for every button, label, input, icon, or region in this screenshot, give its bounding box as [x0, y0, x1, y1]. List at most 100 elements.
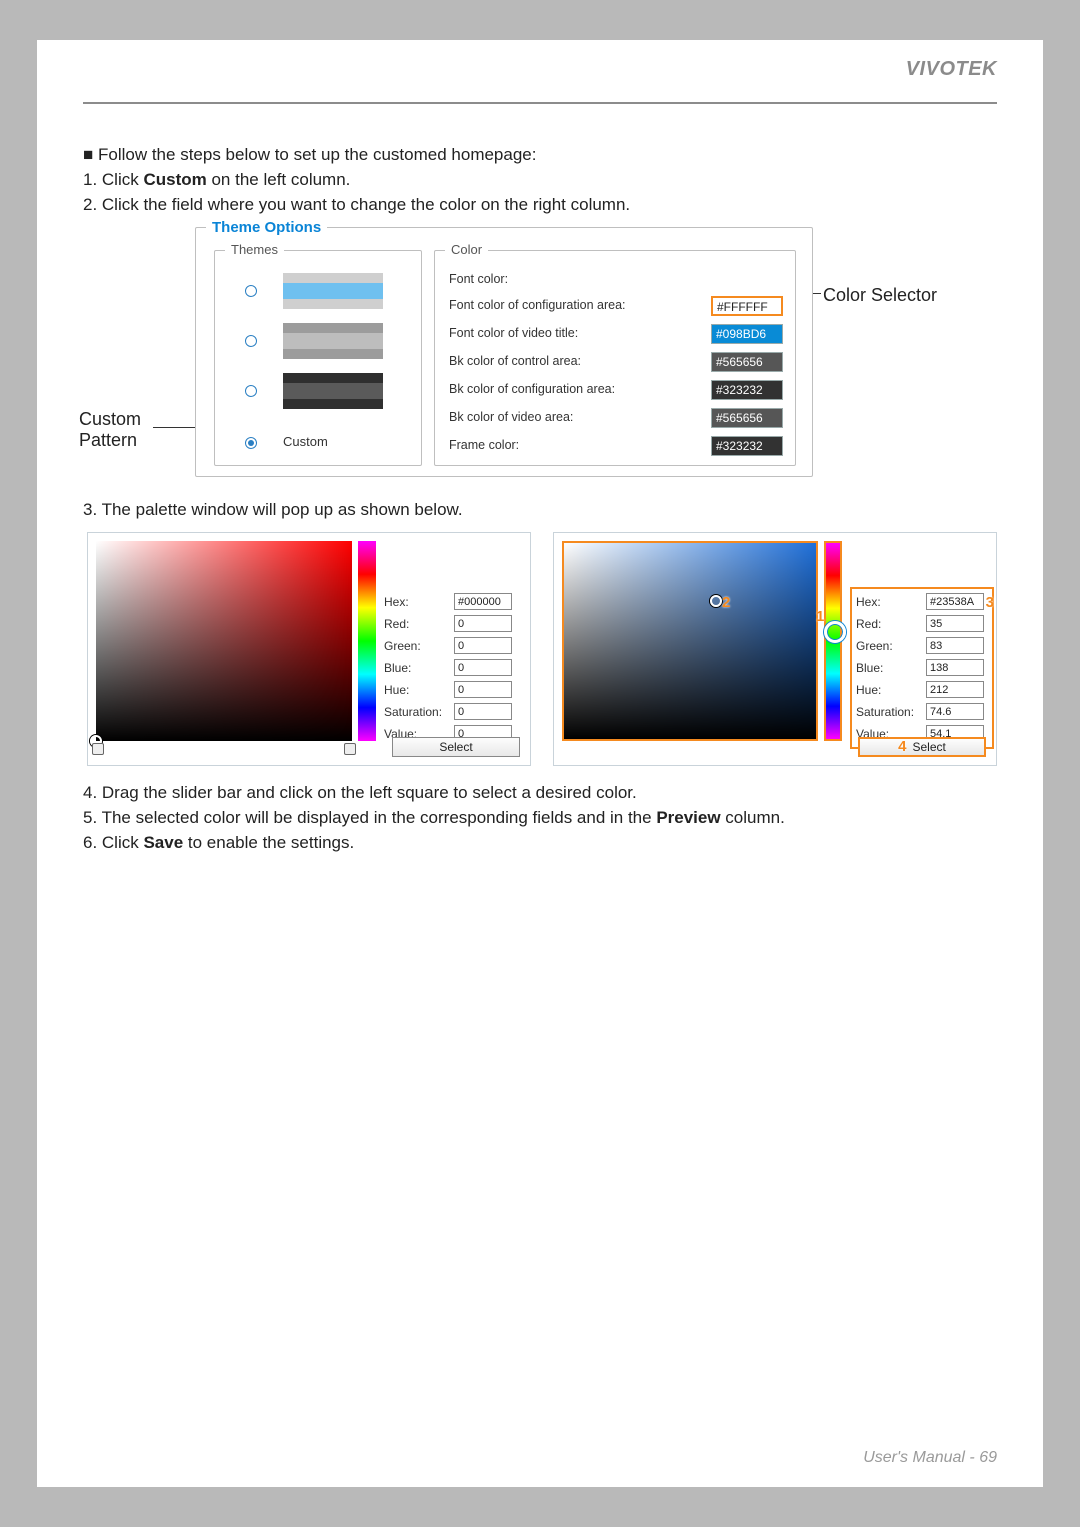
palette-field-row: Hue:	[384, 679, 528, 701]
s6-post: to enable the settings.	[183, 833, 354, 852]
hue-bar-1[interactable]	[358, 541, 376, 741]
palette-field-input-blue[interactable]	[454, 659, 512, 676]
theme-option-3[interactable]	[235, 369, 405, 415]
palette-field-row: Green:	[384, 635, 528, 657]
palette-field-row: Saturation:	[384, 701, 528, 723]
color-value-input[interactable]: #323232	[711, 436, 783, 456]
select-button-2[interactable]: 4 Select	[858, 737, 986, 757]
theme-thumb-1	[283, 273, 383, 309]
color-row-2: Font color of video title:#098BD6	[449, 321, 783, 347]
theme-option-custom[interactable]: Custom	[235, 421, 405, 467]
palette-field-input-red[interactable]	[454, 615, 512, 632]
palette-field-input-hex[interactable]	[454, 593, 512, 610]
color-row-6: Frame color:#323232	[449, 433, 783, 459]
sv-black-overlay	[564, 543, 816, 739]
callout-custom-pattern: Custom Pattern	[79, 409, 179, 452]
theme-option-1[interactable]	[235, 269, 405, 315]
content-area: ■ Follow the steps below to set up the c…	[83, 104, 997, 855]
theme-custom-label: Custom	[283, 433, 328, 451]
step-6: 6. Click Save to enable the settings.	[83, 832, 997, 855]
callout-custom-pattern-text: Custom Pattern	[79, 409, 141, 451]
color-row-4: Bk color of configuration area:#323232	[449, 377, 783, 403]
palette-field-input-hex[interactable]	[926, 593, 984, 610]
color-row-label: Font color:	[449, 271, 783, 288]
palette-field-row: Green:	[856, 635, 988, 657]
palette-field-input-green[interactable]	[926, 637, 984, 654]
color-row-label: Bk color of control area:	[449, 353, 711, 370]
step-1: 1. Click Custom on the left column.	[83, 169, 997, 192]
palette-box-2: 2 1 Hex:Red:Green:Blue:Hue:Saturation:Va…	[553, 532, 997, 766]
radio-icon[interactable]	[245, 385, 257, 397]
hue-cursor-2[interactable]	[824, 621, 846, 643]
slider-track-1[interactable]	[96, 747, 352, 753]
color-value-input[interactable]: #098BD6	[711, 324, 783, 344]
palette-field-input-saturation[interactable]	[454, 703, 512, 720]
step1-bold: Custom	[143, 170, 206, 189]
palette-field-label: Hue:	[856, 682, 922, 698]
document-page: VIVOTEK ■ Follow the steps below to set …	[37, 40, 1043, 1487]
step1-pre: 1. Click	[83, 170, 143, 189]
palette-field-label: Red:	[384, 616, 450, 632]
slider-knob-right[interactable]	[344, 743, 356, 755]
radio-icon[interactable]	[245, 285, 257, 297]
palette-field-row: Saturation:	[856, 701, 988, 723]
color-row-label: Bk color of configuration area:	[449, 381, 711, 398]
palette-field-input-red[interactable]	[926, 615, 984, 632]
color-row-label: Bk color of video area:	[449, 409, 711, 426]
brand-label: VIVOTEK	[906, 58, 997, 81]
palette-field-label: Saturation:	[856, 704, 922, 720]
step-2: 2. Click the field where you want to cha…	[83, 194, 997, 217]
radio-icon[interactable]	[245, 335, 257, 347]
select-button-1[interactable]: Select	[392, 737, 520, 757]
palette-field-row: Blue:	[384, 657, 528, 679]
badge-4: 4	[898, 737, 906, 757]
s6-bold: Save	[143, 833, 183, 852]
palette-field-label: Blue:	[856, 660, 922, 676]
radio-icon-checked[interactable]	[245, 437, 257, 449]
color-value-input[interactable]: #FFFFFF	[711, 296, 783, 316]
callout-color-selector: Color Selector	[823, 283, 937, 307]
theme-thumb-3	[283, 373, 383, 409]
color-row-5: Bk color of video area:#565656	[449, 405, 783, 431]
after-steps: 4. Drag the slider bar and click on the …	[83, 782, 997, 855]
palette-figures: Hex:Red:Green:Blue:Hue:Saturation:Value:…	[87, 532, 997, 766]
palette-field-label: Red:	[856, 616, 922, 632]
intro-block: ■ Follow the steps below to set up the c…	[83, 144, 997, 217]
page-header: VIVOTEK	[83, 40, 997, 104]
fieldset-color: Color Font color:Font color of configura…	[434, 250, 796, 466]
s5-pre: 5. The selected color will be displayed …	[83, 808, 656, 827]
palette-field-input-hue[interactable]	[454, 681, 512, 698]
s5-post: column.	[721, 808, 785, 827]
theme-option-2[interactable]	[235, 319, 405, 365]
palette-field-row: Hue:	[856, 679, 988, 701]
color-value-input[interactable]: #323232	[711, 380, 783, 400]
palette-field-input-blue[interactable]	[926, 659, 984, 676]
sv-area-2[interactable]: 2	[562, 541, 818, 741]
palette-field-row: Hex:	[384, 591, 528, 613]
legend-theme-options: Theme Options	[206, 218, 327, 238]
palette-box-1: Hex:Red:Green:Blue:Hue:Saturation:Value:…	[87, 532, 531, 766]
palette-field-input-saturation[interactable]	[926, 703, 984, 720]
fieldset-themes: Themes	[214, 250, 422, 466]
fieldset-theme-options: Theme Options Themes	[195, 227, 813, 477]
palette-field-label: Blue:	[384, 660, 450, 676]
color-row-3: Bk color of control area:#565656	[449, 349, 783, 375]
palette-field-input-hue[interactable]	[926, 681, 984, 698]
intro-bullet: ■ Follow the steps below to set up the c…	[83, 144, 997, 167]
hue-bar-2[interactable]	[824, 541, 842, 741]
slider-knob-left[interactable]	[92, 743, 104, 755]
color-value-input[interactable]: #565656	[711, 352, 783, 372]
value-column-1: Hex:Red:Green:Blue:Hue:Saturation:Value:	[384, 591, 528, 745]
theme-options-figure: Custom Pattern Color Selector Theme Opti…	[83, 223, 997, 481]
sv-cursor-2[interactable]	[710, 595, 722, 607]
step-4: 4. Drag the slider bar and click on the …	[83, 782, 997, 805]
palette-field-label: Green:	[384, 638, 450, 654]
palette-field-input-green[interactable]	[454, 637, 512, 654]
color-value-input[interactable]: #565656	[711, 408, 783, 428]
value-column-2: Hex:Red:Green:Blue:Hue:Saturation:Value:	[850, 587, 994, 749]
footer: User's Manual - 69	[863, 1449, 997, 1467]
footer-text: User's Manual -	[863, 1449, 979, 1466]
s6-pre: 6. Click	[83, 833, 143, 852]
step-3: 3. The palette window will pop up as sho…	[83, 499, 997, 522]
sv-area-1[interactable]	[96, 541, 352, 741]
